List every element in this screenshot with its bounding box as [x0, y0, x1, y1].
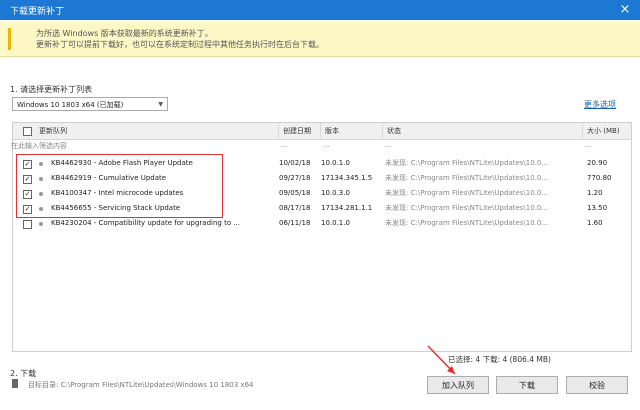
- annotation-arrow-icon: [427, 345, 456, 375]
- download-updates-dialog: 下载更新补丁 × 为所选 Windows 版本获取最新的系统更新补丁。 更新补丁…: [0, 0, 640, 410]
